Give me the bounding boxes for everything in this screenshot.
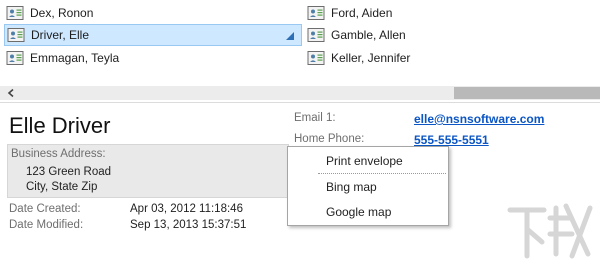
- home-phone-label: Home Phone:: [294, 133, 365, 145]
- contact-card-icon: [6, 50, 24, 66]
- date-modified-label: Date Modified:: [9, 219, 84, 231]
- contact-card-icon: [307, 50, 325, 66]
- contact-item-emmagan-teyla[interactable]: Emmagan, Teyla: [6, 47, 302, 69]
- contact-name: Dex, Ronon: [30, 6, 94, 20]
- divider: [0, 102, 600, 103]
- date-created-value: Apr 03, 2012 11:18:46: [130, 203, 243, 215]
- menu-item-bing-map[interactable]: Bing map: [288, 175, 448, 199]
- contact-name: Emmagan, Teyla: [30, 51, 120, 65]
- watermark-logo: [507, 203, 593, 259]
- contact-item-keller-jennifer[interactable]: Keller, Jennifer: [307, 47, 597, 69]
- menu-item-print-envelope[interactable]: Print envelope: [288, 149, 448, 173]
- menu-separator: [318, 173, 446, 174]
- business-address-label: Business Address:: [11, 148, 106, 160]
- address-line-1: 123 Green Road: [26, 166, 112, 178]
- contact-item-dex-ronon[interactable]: Dex, Ronon: [6, 2, 302, 24]
- date-modified-value: Sep 13, 2013 15:37:51: [130, 219, 247, 231]
- contact-name: Driver, Elle: [31, 28, 90, 42]
- horizontal-scrollbar[interactable]: [0, 86, 600, 100]
- contact-item-gamble-allen[interactable]: Gamble, Allen: [307, 24, 597, 46]
- chevron-left-icon[interactable]: [6, 88, 16, 98]
- scrollbar-thumb[interactable]: [454, 87, 600, 99]
- email-label: Email 1:: [294, 112, 336, 124]
- contact-item-driver-elle[interactable]: Driver, Elle: [4, 24, 302, 46]
- home-phone-link[interactable]: 555-555-5551: [414, 133, 489, 147]
- business-address-box: Business Address: 123 Green Road City, S…: [7, 144, 289, 198]
- date-created-label: Date Created:: [9, 203, 81, 215]
- contact-name: Keller, Jennifer: [331, 51, 411, 65]
- contact-card-icon: [7, 27, 25, 43]
- corner-arrow-icon: [286, 32, 294, 40]
- contact-card-icon: [307, 27, 325, 43]
- menu-item-google-map[interactable]: Google map: [288, 200, 448, 224]
- context-menu: Print envelope Bing map Google map: [287, 146, 449, 226]
- email-link[interactable]: elle@nsnsoftware.com: [414, 112, 544, 126]
- contact-name: Ford, Aiden: [331, 6, 393, 20]
- contact-card-icon: [6, 5, 24, 21]
- contact-full-name: Elle Driver: [9, 113, 111, 138]
- contact-item-ford-aiden[interactable]: Ford, Aiden: [307, 2, 597, 24]
- contact-name: Gamble, Allen: [331, 28, 406, 42]
- address-line-2: City, State Zip: [26, 181, 98, 193]
- contact-card-icon: [307, 5, 325, 21]
